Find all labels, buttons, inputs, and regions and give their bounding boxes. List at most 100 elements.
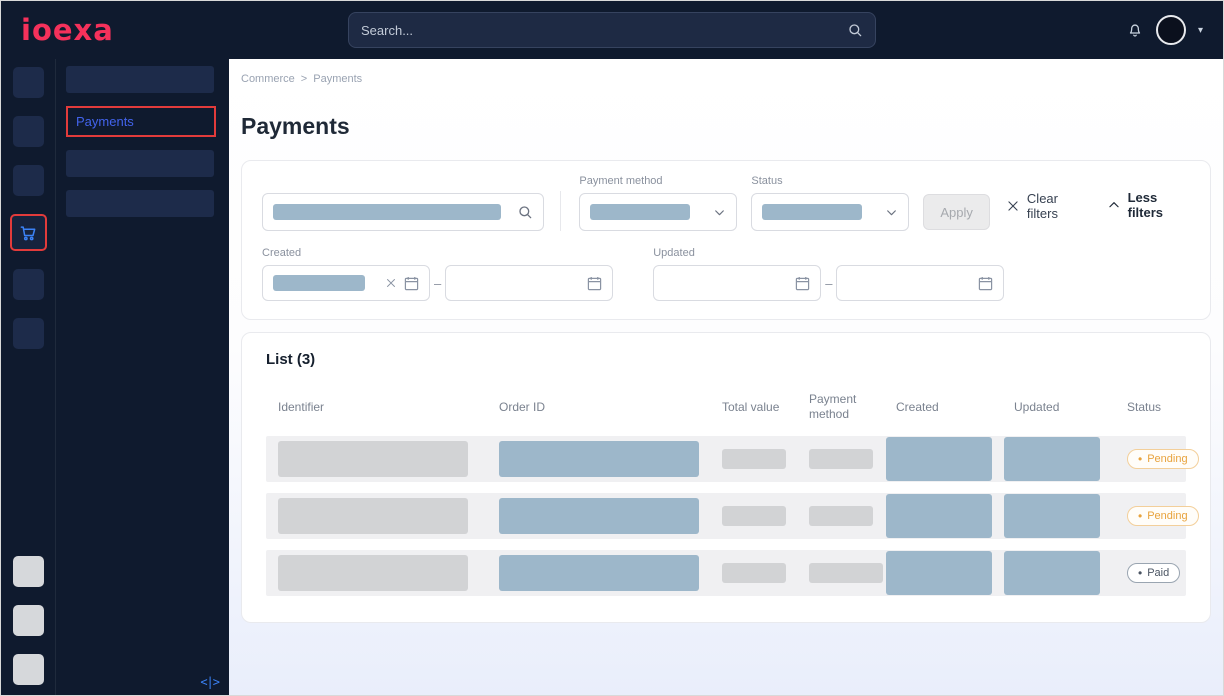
redacted-payment-method-value [590, 204, 690, 220]
rail-item-6[interactable] [13, 318, 44, 349]
chevron-down-icon[interactable] [713, 206, 726, 219]
clear-filters-label: Clear filters [1027, 191, 1087, 221]
redacted-created [886, 551, 992, 595]
created-to-input[interactable] [445, 265, 613, 301]
clear-filters-button[interactable]: Clear filters [1006, 191, 1087, 221]
created-range-field: Created – [262, 247, 613, 301]
redacted-created [886, 437, 992, 481]
sidebar-item-redacted-1[interactable] [66, 66, 214, 93]
redacted-total-value [722, 563, 786, 583]
calendar-icon[interactable] [978, 276, 993, 291]
rail-bottom-item-1[interactable] [13, 556, 44, 587]
payment-method-field: Payment method [579, 175, 737, 231]
rail-item-2[interactable] [13, 116, 44, 147]
bell-icon[interactable] [1126, 21, 1144, 39]
rail-item-1[interactable] [13, 67, 44, 98]
column-header-identifier: Identifier [266, 400, 487, 415]
range-separator: – [825, 276, 832, 291]
column-header-created: Created [884, 400, 1002, 415]
created-from-input[interactable] [262, 265, 430, 301]
table-row[interactable]: Pending [266, 493, 1186, 539]
caret-down-icon[interactable]: ▾ [1198, 25, 1203, 36]
rail-bottom-item-2[interactable] [13, 605, 44, 636]
filter-row-1: Payment method Status [262, 175, 1190, 231]
calendar-icon[interactable] [795, 276, 810, 291]
topbar: ioexa ▾ [1, 1, 1223, 59]
sidebar-item-payments-label: Payments [76, 114, 134, 129]
sidebar-item-redacted-3[interactable] [66, 190, 214, 217]
app-window: ioexa ▾ [1, 1, 1223, 695]
redacted-created [886, 494, 992, 538]
redacted-status-value [762, 204, 862, 220]
table-row[interactable]: Paid [266, 550, 1186, 596]
logo[interactable]: ioexa [21, 13, 114, 47]
calendar-icon[interactable] [404, 276, 419, 291]
column-header-order-id: Order ID [487, 400, 710, 415]
search-icon[interactable] [517, 204, 533, 220]
payment-method-select[interactable] [579, 193, 737, 231]
apply-button[interactable]: Apply [923, 194, 990, 230]
column-header-payment-method: Payment method [797, 392, 884, 422]
icon-rail [1, 59, 56, 695]
rail-bottom-item-3[interactable] [13, 654, 44, 685]
less-filters-button[interactable]: Less filters [1107, 190, 1190, 220]
redacted-total-value [722, 449, 786, 469]
rail-item-commerce[interactable] [10, 214, 47, 251]
list-title: List (3) [266, 351, 1186, 368]
breadcrumb-separator: > [301, 73, 307, 85]
status-label: Status [751, 175, 909, 187]
filter-panel: Payment method Status [241, 160, 1211, 320]
page-title: Payments [241, 113, 1211, 140]
sidebar-item-redacted-2[interactable] [66, 150, 214, 177]
rail-item-3[interactable] [13, 165, 44, 196]
filter-row-2: Created – [262, 247, 1190, 301]
status-badge: Paid [1127, 563, 1180, 583]
breadcrumb-commerce[interactable]: Commerce [241, 73, 295, 85]
clear-date-icon[interactable] [385, 277, 397, 289]
redacted-search-value [273, 204, 501, 220]
divider [560, 191, 561, 231]
column-header-status: Status [1115, 400, 1186, 415]
main-content: Commerce > Payments Payments Paym [229, 59, 1223, 695]
redacted-payment-method [809, 449, 873, 469]
chevron-down-icon[interactable] [885, 206, 898, 219]
global-search[interactable] [348, 12, 876, 48]
updated-label: Updated [653, 247, 1004, 259]
search-icon[interactable] [847, 22, 863, 38]
rail-item-5[interactable] [13, 269, 44, 300]
column-header-updated: Updated [1002, 400, 1115, 415]
close-icon [1006, 199, 1020, 213]
calendar-icon[interactable] [587, 276, 602, 291]
sidebar: Payments <|> [56, 59, 229, 695]
breadcrumb: Commerce > Payments [241, 73, 1211, 85]
less-filters-label: Less filters [1128, 190, 1190, 220]
status-badge: Pending [1127, 449, 1199, 469]
redacted-identifier [278, 498, 468, 534]
avatar[interactable] [1156, 15, 1186, 45]
redacted-order-id [499, 555, 699, 591]
redacted-identifier [278, 555, 468, 591]
table-row[interactable]: Pending [266, 436, 1186, 482]
list-panel: List (3) Identifier Order ID Total value… [241, 332, 1211, 623]
status-field: Status [751, 175, 909, 231]
redacted-payment-method [809, 563, 883, 583]
redacted-created-from-value [273, 275, 365, 291]
cart-icon [18, 223, 38, 243]
created-label: Created [262, 247, 613, 259]
redacted-identifier [278, 441, 468, 477]
redacted-order-id [499, 441, 699, 477]
status-select[interactable] [751, 193, 909, 231]
sidebar-item-payments[interactable]: Payments [66, 106, 216, 137]
sidebar-collapse-icon[interactable]: <|> [200, 675, 219, 689]
redacted-updated [1004, 494, 1100, 538]
updated-range-field: Updated – [653, 247, 1004, 301]
global-search-input[interactable] [361, 23, 847, 38]
breadcrumb-payments: Payments [313, 73, 362, 85]
updated-from-input[interactable] [653, 265, 821, 301]
filter-search-input[interactable] [262, 193, 544, 231]
column-header-total-value: Total value [710, 400, 797, 415]
updated-to-input[interactable] [836, 265, 1004, 301]
chevron-up-icon [1107, 198, 1121, 212]
redacted-updated [1004, 551, 1100, 595]
body: Payments <|> Commerce > Payments Payment… [1, 59, 1223, 695]
